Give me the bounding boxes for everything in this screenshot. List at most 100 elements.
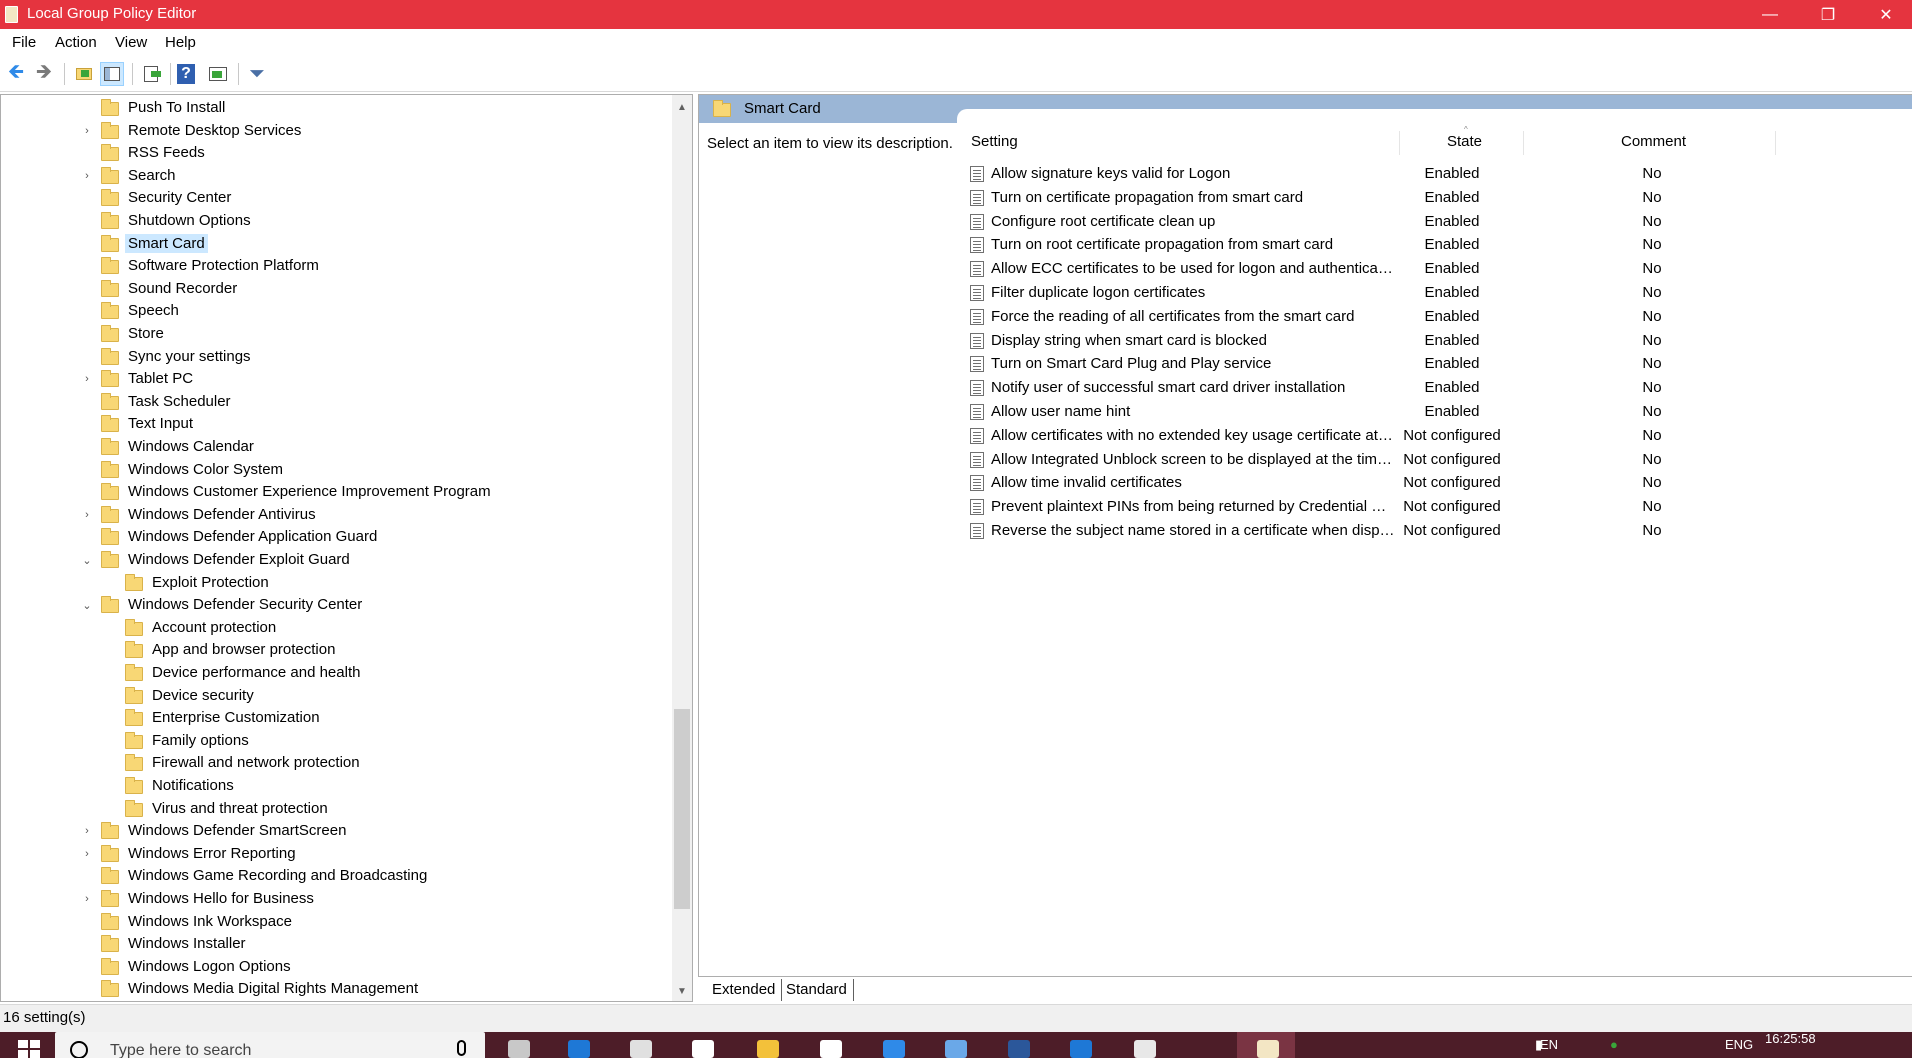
tree-item-label[interactable]: Smart Card xyxy=(125,233,208,253)
tree-item-label[interactable]: Enterprise Customization xyxy=(149,708,323,727)
chevron-down-icon[interactable]: ⌄ xyxy=(81,599,93,612)
tree-item[interactable]: › Windows Hello for Business xyxy=(1,888,669,910)
setting-row[interactable]: Turn on root certificate propagation fro… xyxy=(967,233,1867,256)
tree-item[interactable]: Store xyxy=(1,323,669,345)
tree-item[interactable]: Windows Game Recording and Broadcasting xyxy=(1,865,669,887)
tree-item[interactable]: Security Center xyxy=(1,187,669,209)
tree-item-label[interactable]: Speech xyxy=(125,301,182,320)
tree-item-label[interactable]: Sync your settings xyxy=(125,347,254,366)
close-button[interactable]: ✕ xyxy=(1857,0,1912,29)
tree-item-label[interactable]: Task Scheduler xyxy=(125,392,234,411)
tree-item[interactable]: Windows Media Digital Rights Management xyxy=(1,978,669,1000)
chevron-right-icon[interactable]: › xyxy=(81,848,93,860)
tree-item-label[interactable]: Windows Media Digital Rights Management xyxy=(125,979,421,998)
setting-row[interactable]: Turn on certificate propagation from sma… xyxy=(967,186,1867,209)
tree-item-label[interactable]: Software Protection Platform xyxy=(125,256,322,275)
tree-item[interactable]: Device security xyxy=(1,685,669,707)
taskbar-app-icon[interactable] xyxy=(945,1040,967,1058)
taskbar-app-icon[interactable] xyxy=(630,1040,652,1058)
help-icon[interactable]: ? xyxy=(177,64,195,84)
tree-item[interactable]: Windows Ink Workspace xyxy=(1,911,669,933)
menu-file[interactable]: File xyxy=(12,34,36,51)
tab-standard[interactable]: Standard xyxy=(780,979,854,1001)
tree-item-label[interactable]: Windows Defender Security Center xyxy=(125,595,365,614)
taskbar-app-icon[interactable] xyxy=(1257,1040,1279,1058)
tree-item-label[interactable]: Account protection xyxy=(149,618,279,637)
setting-row[interactable]: Allow user name hint Enabled No xyxy=(967,400,1867,423)
tree-item[interactable]: Task Scheduler xyxy=(1,391,669,413)
chevron-right-icon[interactable]: › xyxy=(81,825,93,837)
tree-item-label[interactable]: Shutdown Options xyxy=(125,211,254,230)
tree-item-label[interactable]: Firewall and network protection xyxy=(149,753,363,772)
taskbar-app-icon[interactable] xyxy=(508,1040,530,1058)
tree-item-label[interactable]: Windows Calendar xyxy=(125,437,257,456)
tree-item[interactable]: Windows Logon Options xyxy=(1,956,669,978)
setting-row[interactable]: Prevent plaintext PINs from being return… xyxy=(967,495,1867,518)
setting-row[interactable]: Allow signature keys valid for Logon Enab… xyxy=(967,162,1867,185)
taskbar-app-icon[interactable] xyxy=(820,1040,842,1058)
tree-item-label[interactable]: Virus and threat protection xyxy=(149,799,331,818)
setting-row[interactable]: Force the reading of all certificates fr… xyxy=(967,305,1867,328)
chevron-down-icon[interactable]: ⌄ xyxy=(81,554,93,567)
windows-start-icon[interactable] xyxy=(18,1040,40,1058)
tree-item[interactable]: Family options xyxy=(1,730,669,752)
tree-item[interactable]: › Windows Error Reporting xyxy=(1,843,669,865)
tree-item[interactable]: Notifications xyxy=(1,775,669,797)
tree-item-label[interactable]: Windows Color System xyxy=(125,460,286,479)
tree-item[interactable]: ⌄ Windows Defender Exploit Guard xyxy=(1,549,669,571)
tree-item-label[interactable]: Windows Customer Experience Improvement … xyxy=(125,482,494,501)
tree-item[interactable]: Sound Recorder xyxy=(1,278,669,300)
scroll-down-button[interactable]: ▼ xyxy=(672,981,692,1001)
tree-item[interactable]: Exploit Protection xyxy=(1,572,669,594)
tree-item[interactable]: Windows Calendar xyxy=(1,436,669,458)
menu-action[interactable]: Action xyxy=(55,34,97,51)
setting-row[interactable]: Display string when smart card is blocke… xyxy=(967,329,1867,352)
setting-row[interactable]: Notify user of successful smart card dri… xyxy=(967,376,1867,399)
chevron-right-icon[interactable]: › xyxy=(81,125,93,137)
setting-row[interactable]: Allow ECC certificates to be used for lo… xyxy=(967,257,1867,280)
tree-item[interactable]: › Windows Defender SmartScreen xyxy=(1,820,669,842)
export-list-icon[interactable] xyxy=(139,62,163,86)
column-separator[interactable] xyxy=(1399,131,1400,155)
setting-row[interactable]: Allow Integrated Unblock screen to be di… xyxy=(967,448,1867,471)
tree-item[interactable]: Shutdown Options xyxy=(1,210,669,232)
chevron-right-icon[interactable]: › xyxy=(81,373,93,385)
tree-item[interactable]: Push To Install xyxy=(1,97,669,119)
menu-view[interactable]: View xyxy=(115,34,147,51)
tree-item-label[interactable]: Tablet PC xyxy=(125,369,196,388)
tree-item-label[interactable]: Device performance and health xyxy=(149,663,363,682)
tree-item[interactable]: › Tablet PC xyxy=(1,368,669,390)
tree-item-label[interactable]: Windows Installer xyxy=(125,934,249,953)
up-folder-icon[interactable] xyxy=(72,62,96,86)
column-separator[interactable] xyxy=(1523,131,1524,155)
taskbar-app-icon[interactable] xyxy=(757,1040,779,1058)
maximize-button[interactable]: ❐ xyxy=(1799,0,1857,29)
show-hide-tree-icon[interactable] xyxy=(100,62,124,86)
security-icon[interactable]: ● xyxy=(1610,1037,1618,1052)
tree-item[interactable]: › Windows Defender Antivirus xyxy=(1,504,669,526)
tree-item-label[interactable]: Store xyxy=(125,324,167,343)
setting-row[interactable]: Reverse the subject name stored in a cer… xyxy=(967,519,1867,542)
tree-item-label[interactable]: Device security xyxy=(149,686,257,705)
microphone-icon[interactable] xyxy=(457,1040,466,1056)
tree-item[interactable]: Windows Defender Application Guard xyxy=(1,526,669,548)
tree-item[interactable]: › Remote Desktop Services xyxy=(1,120,669,142)
menu-help[interactable]: Help xyxy=(165,34,196,51)
tree-item[interactable]: Software Protection Platform xyxy=(1,255,669,277)
tree-item-label[interactable]: Windows Defender SmartScreen xyxy=(125,821,349,840)
filter-icon[interactable]: ⏷ xyxy=(245,62,269,86)
taskbar-app-icon[interactable] xyxy=(692,1040,714,1058)
tree-item-label[interactable]: App and browser protection xyxy=(149,640,338,659)
tree-item-label[interactable]: RSS Feeds xyxy=(125,143,208,162)
tree-item[interactable]: RSS Feeds xyxy=(1,142,669,164)
setting-row[interactable]: Filter duplicate logon certificates Enabl… xyxy=(967,281,1867,304)
column-header-comment[interactable]: Comment xyxy=(1621,133,1686,150)
tree-item[interactable]: Windows Color System xyxy=(1,459,669,481)
tree-item[interactable]: App and browser protection xyxy=(1,639,669,661)
tree-item[interactable]: Speech xyxy=(1,300,669,322)
taskbar-search[interactable]: Type here to search xyxy=(55,1032,485,1058)
taskbar-app-icon[interactable] xyxy=(883,1040,905,1058)
tree-item-label[interactable]: Security Center xyxy=(125,188,234,207)
tree-item-label[interactable]: Windows Defender Application Guard xyxy=(125,527,380,546)
column-header-setting[interactable]: Setting xyxy=(971,133,1018,150)
